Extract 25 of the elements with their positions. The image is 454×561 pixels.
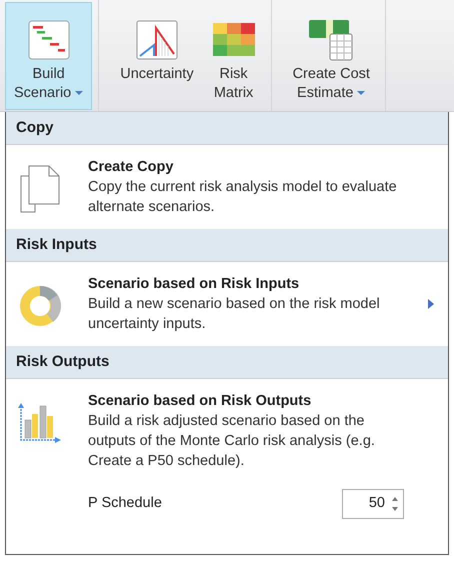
menu-item[interactable]: Scenario based on Risk Inputs Build a new scenario based on the risk model uncertainty inputs. — [6, 262, 448, 346]
ribbon-button[interactable]: Uncertainty — [111, 2, 203, 110]
number-spinner[interactable]: 50 — [342, 489, 404, 519]
ribbon-button[interactable]: Create Cost Estimate — [284, 2, 379, 110]
bar-chart-icon — [17, 402, 63, 444]
risk-matrix-icon — [212, 22, 256, 58]
item-title: Scenario based on Risk Inputs — [88, 275, 300, 294]
section-header: Risk Outputs — [6, 346, 448, 379]
donut-chart-icon — [18, 284, 62, 328]
section-header: Copy — [6, 112, 448, 145]
ribbon-button[interactable]: Build Scenario — [5, 2, 92, 110]
item-description: Build a risk adjusted scenario based on the outputs of the Monte Carlo risk analysis (e.g. Create a P50 schedule). — [88, 412, 376, 471]
field-label: P Schedule — [88, 494, 162, 514]
item-description: Copy the current risk analysis model to evaluate alternate scenarios. — [88, 178, 398, 217]
menu-item[interactable]: Create Copy Copy the current risk analysis model to evaluate alternate scenarios. — [6, 145, 448, 229]
money-table-icon — [308, 18, 354, 62]
spinner-arrows-icon — [391, 495, 399, 513]
menu-item[interactable]: Scenario based on Risk Outputs Build a risk adjusted scenario based on the outputs of the Monte Carlo risk analysis (e.g. Create a P50 schedule). P Schedule 50 — [6, 379, 448, 531]
item-title: Create Copy — [88, 158, 174, 177]
gantt-chart-icon — [28, 20, 70, 60]
section-header: Risk Inputs — [6, 229, 448, 262]
item-description: Build a new scenario based on the risk model uncertainty inputs. — [88, 295, 381, 334]
ribbon-button[interactable]: Risk Matrix — [202, 2, 265, 110]
distribution-chart-icon — [136, 20, 178, 60]
item-title: Scenario based on Risk Outputs — [88, 392, 312, 411]
